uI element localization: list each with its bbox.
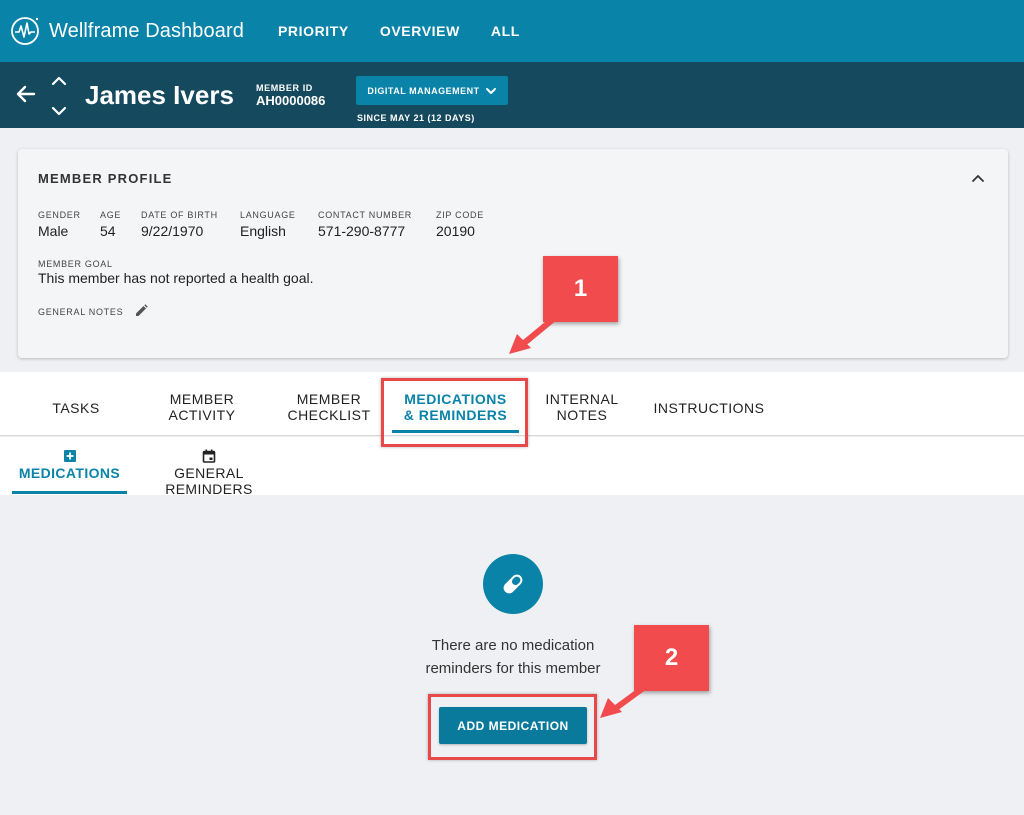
field-gender: GENDER Male: [38, 210, 81, 239]
top-nav-bar: Wellframe Dashboard PRIORITY OVERVIEW AL…: [0, 0, 1024, 62]
empty-state-line1: There are no medication: [431, 637, 595, 654]
tab-instructions[interactable]: INSTRUCTIONS: [648, 400, 770, 416]
calendar-icon: [202, 449, 216, 463]
empty-state-message: There are no medication reminders for th…: [400, 634, 626, 680]
field-value: English: [240, 223, 286, 239]
field-zip-code: ZIP CODE 20190: [436, 210, 484, 239]
profile-title: MEMBER PROFILE: [38, 171, 173, 186]
tab-label-line2: ACTIVITY: [168, 407, 236, 423]
general-notes-label: GENERAL NOTES: [38, 307, 124, 317]
back-arrow-icon[interactable]: [14, 82, 38, 106]
chevron-up-icon[interactable]: [970, 171, 986, 187]
highlight-box-tab: [381, 378, 528, 447]
main-nav: PRIORITY OVERVIEW ALL: [278, 23, 551, 39]
field-label: AGE: [100, 210, 122, 220]
subtab-label: MEDICATIONS: [18, 465, 121, 481]
tab-internal-notes[interactable]: INTERNAL NOTES: [532, 391, 632, 423]
nav-overview[interactable]: OVERVIEW: [380, 23, 460, 39]
field-date-of-birth: DATE OF BIRTH 9/22/1970: [141, 210, 218, 239]
tab-member-checklist[interactable]: MEMBER CHECKLIST: [279, 391, 379, 423]
field-value: 54: [100, 223, 116, 239]
field-value: Male: [38, 223, 69, 239]
field-language: LANGUAGE English: [240, 210, 296, 239]
brand[interactable]: Wellframe Dashboard: [10, 16, 244, 46]
tab-label: INSTRUCTIONS: [653, 400, 765, 416]
program-dropdown-label: DIGITAL MANAGEMENT: [367, 85, 480, 96]
field-age: AGE 54: [100, 210, 121, 239]
tab-label-line1: MEMBER: [169, 391, 235, 407]
active-subtab-indicator: [12, 491, 127, 494]
callout-arrow-1-icon: [509, 313, 560, 354]
subtab-medications[interactable]: MEDICATIONS: [12, 449, 127, 481]
tab-tasks[interactable]: TASKS: [36, 400, 116, 416]
tab-label-line1: INTERNAL: [545, 391, 619, 407]
field-label: GENDER: [38, 210, 81, 220]
member-goal-value: This member has not reported a health go…: [38, 270, 314, 286]
tab-label-line2: NOTES: [556, 407, 608, 423]
subtab-general-reminders[interactable]: GENERAL REMINDERS: [134, 449, 284, 497]
callout-arrow-2-icon: [600, 683, 649, 718]
member-id-value: AH0000086: [256, 93, 326, 108]
tab-label: TASKS: [52, 400, 100, 416]
field-label: DATE OF BIRTH: [141, 210, 218, 220]
subtab-label: GENERAL REMINDERS: [165, 465, 253, 497]
nav-priority[interactable]: PRIORITY: [278, 23, 349, 39]
app-title: Wellframe Dashboard: [49, 19, 244, 42]
medication-plus-icon: [63, 450, 76, 462]
program-dropdown-button[interactable]: DIGITAL MANAGEMENT: [356, 76, 508, 105]
field-value: 9/22/1970: [141, 223, 204, 239]
member-id-label: MEMBER ID: [256, 83, 313, 93]
tab-label-line2: CHECKLIST: [287, 407, 371, 423]
nav-all[interactable]: ALL: [491, 23, 520, 39]
field-label: ZIP CODE: [436, 210, 484, 220]
field-value: 20190: [436, 223, 475, 239]
field-value: 571-290-8777: [318, 223, 406, 239]
member-header: James Ivers MEMBER ID AH0000086 DIGITAL …: [0, 62, 1024, 128]
empty-state-line2: reminders for this member: [425, 660, 601, 677]
field-contact-number: CONTACT NUMBER 571-290-8777: [318, 210, 412, 239]
pill-icon: [503, 574, 523, 594]
chevron-down-icon: [485, 87, 496, 94]
tab-member-activity[interactable]: MEMBER ACTIVITY: [152, 391, 252, 423]
wellframe-logo-icon: [11, 17, 39, 45]
field-label: CONTACT NUMBER: [318, 210, 412, 220]
tab-label-line1: MEMBER: [296, 391, 362, 407]
prev-next-member-icon[interactable]: [50, 74, 68, 118]
field-label: LANGUAGE: [240, 210, 296, 220]
program-since-text: SINCE MAY 21 (12 DAYS): [357, 113, 475, 123]
member-goal-label: MEMBER GOAL: [38, 259, 113, 269]
pencil-icon[interactable]: [135, 304, 148, 317]
pill-icon-badge: [483, 554, 543, 614]
member-name: James Ivers: [85, 80, 234, 110]
highlight-box-button: [428, 694, 597, 760]
